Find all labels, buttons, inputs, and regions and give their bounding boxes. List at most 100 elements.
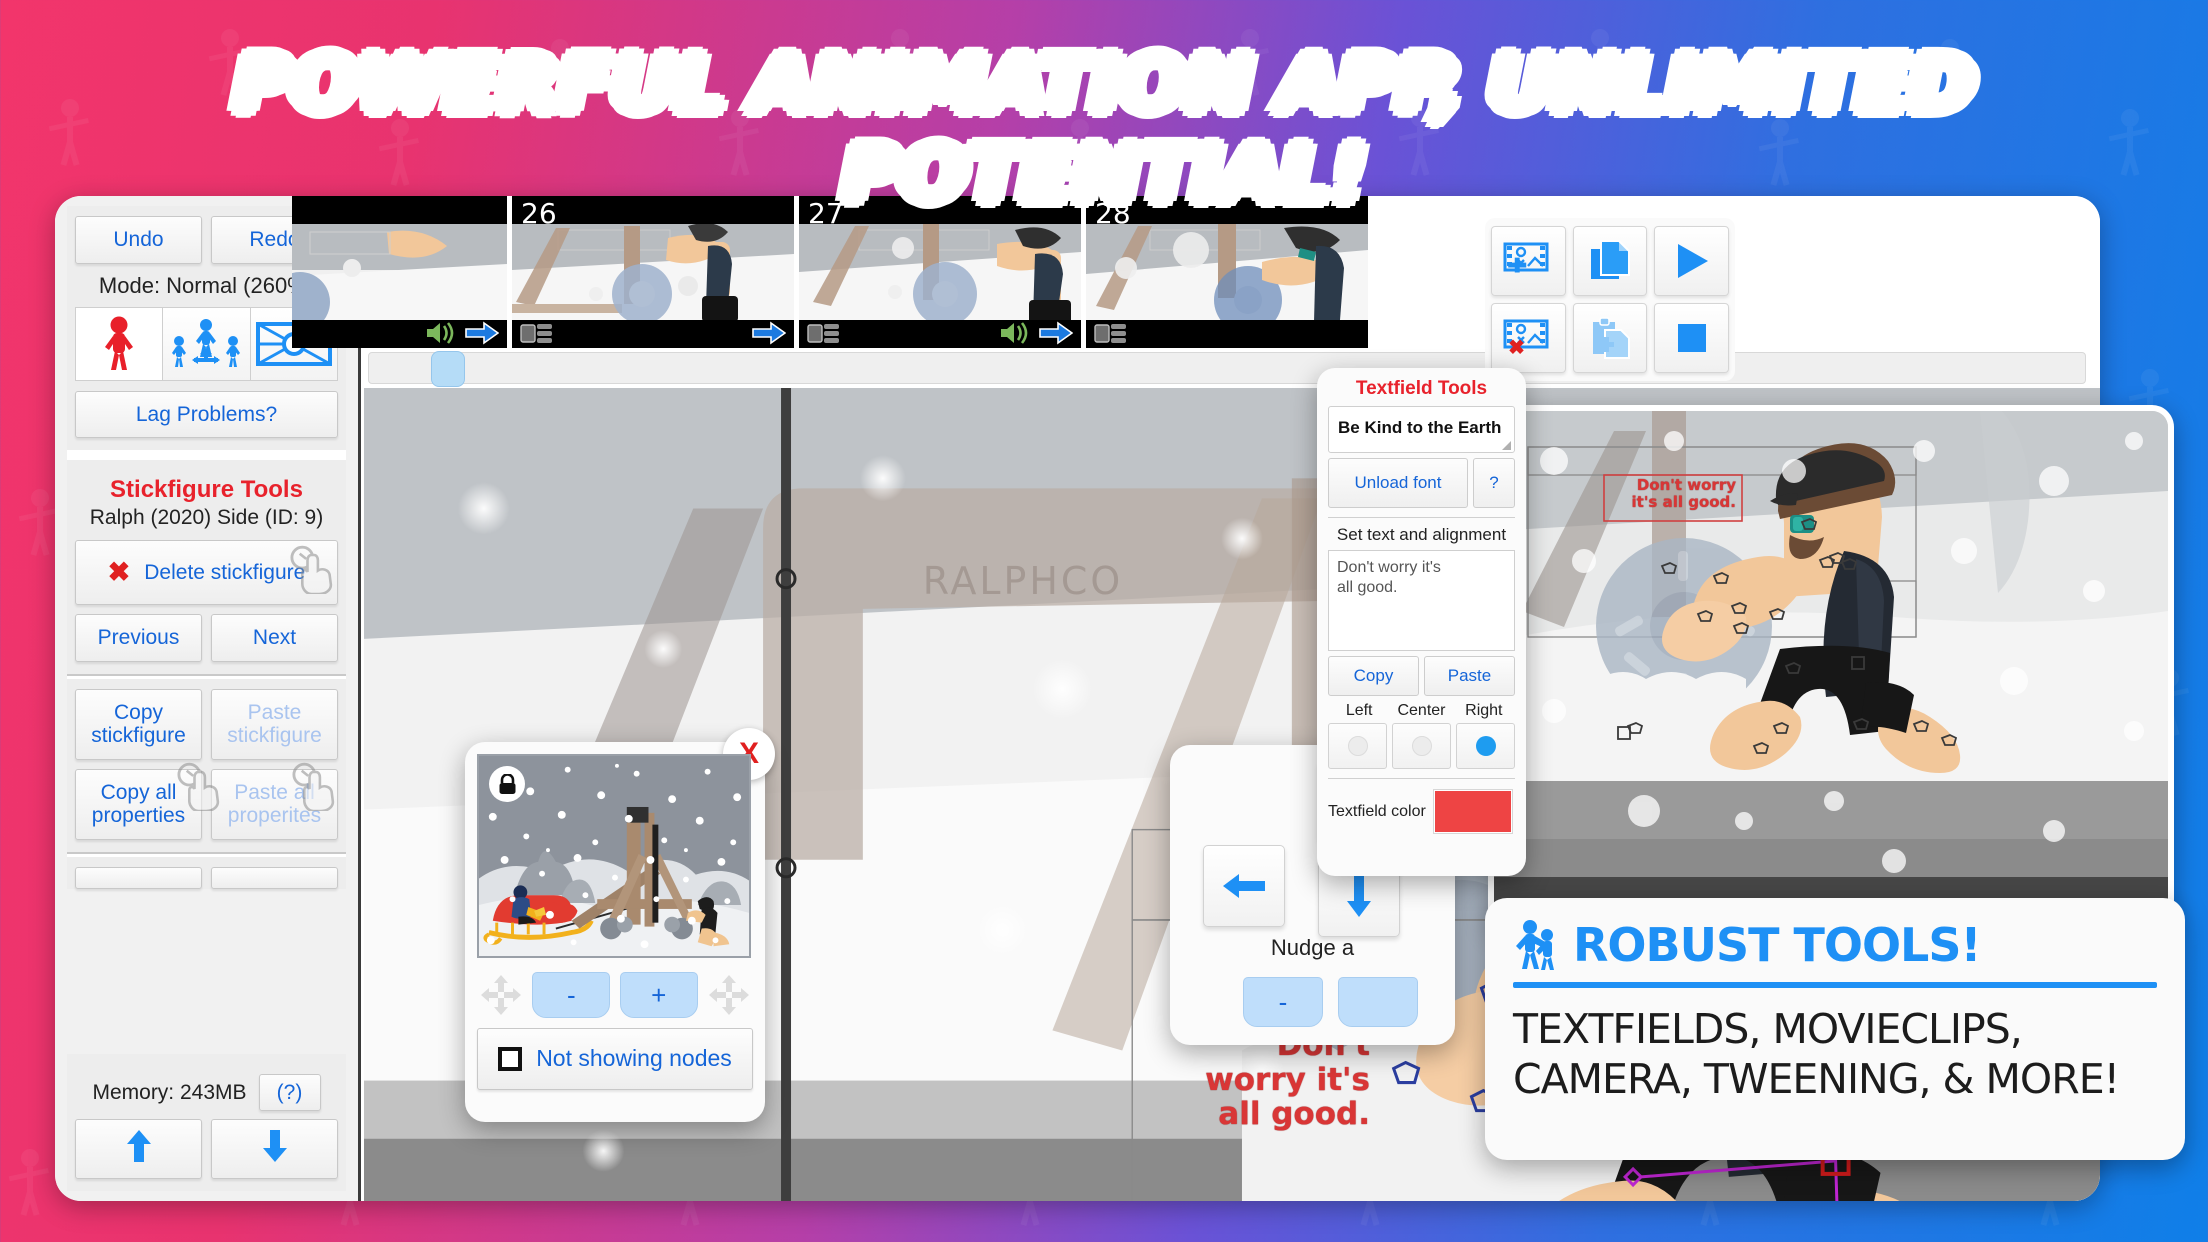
textfield-color-label: Textfield color <box>1328 802 1426 820</box>
frame-image <box>512 224 794 320</box>
undo-button[interactable]: Undo <box>75 216 202 264</box>
sound-icon <box>427 322 454 344</box>
multi-stickfigure-move-icon <box>172 318 241 367</box>
textfield-color-swatch[interactable] <box>1433 790 1512 833</box>
paste-stickfigure-button[interactable]: Paste stickfigure <box>211 688 338 760</box>
stickfigure-red-icon <box>105 316 134 370</box>
scene-preview-thumbnail[interactable] <box>477 754 751 958</box>
copy-stickfigure-button[interactable]: Copy stickfigure <box>75 688 202 760</box>
memory-group: Memory: 243MB (?) <box>67 1053 346 1191</box>
previous-button[interactable]: Previous <box>75 614 202 662</box>
textfield-divider-2 <box>1328 778 1515 779</box>
lock-badge[interactable] <box>489 766 525 802</box>
frame-icons <box>520 320 786 346</box>
timeline-scrollbar[interactable] <box>368 351 2086 387</box>
stop-square-icon <box>1677 324 1706 352</box>
textfield-color-row: Textfield color <box>1328 790 1515 833</box>
play-button[interactable] <box>1654 226 1729 296</box>
robust-tools-callout: ROBUST TOOLS! TEXTFIELDS, MOVIECLIPS, CA… <box>1485 898 2185 1160</box>
toggle-nodes-button[interactable]: Not showing nodes <box>477 1028 753 1090</box>
nudge-decrease-button[interactable]: - <box>1243 977 1323 1027</box>
move-arrows-icon[interactable] <box>479 973 523 1017</box>
scene-preview-panel: X <box>465 728 775 1122</box>
next-button[interactable]: Next <box>211 614 338 662</box>
zoom-in-button[interactable]: + <box>619 972 698 1018</box>
blue-arrow-right-icon <box>752 321 786 345</box>
delete-stickfigure-label: Delete stickfigure <box>144 560 306 584</box>
memory-label: Memory: 243MB <box>92 1080 247 1104</box>
lock-closed-icon <box>499 773 515 794</box>
paste-plus-icon <box>1592 317 1630 359</box>
arrow-up-icon <box>126 1130 151 1163</box>
align-right-radio[interactable] <box>1456 723 1515 769</box>
text-content-textarea[interactable]: Don't worry it's all good. <box>1328 550 1515 651</box>
frame-image <box>799 224 1081 320</box>
alignment-labels: Left Center Right <box>1328 702 1515 720</box>
nudge-left-button[interactable] <box>1203 845 1285 927</box>
play-triangle-icon <box>1677 244 1708 278</box>
copy-frame-button[interactable] <box>1572 226 1648 296</box>
lag-problems-button[interactable]: Lag Problems? <box>75 390 338 439</box>
sidebar-divider-1 <box>67 450 346 461</box>
partial-button-group <box>67 856 346 889</box>
banner-headline: POWERFUL ANIMATION APP, UNLIMITED POTENT… <box>0 39 2208 221</box>
move-down-button[interactable] <box>211 1119 338 1179</box>
align-right-label: Right <box>1465 702 1503 719</box>
figure-preview-panel: Don't worry it's all good. <box>1488 405 2174 930</box>
stop-button[interactable] <box>1654 303 1729 373</box>
paste-all-properties-button[interactable]: Paste all properites <box>211 768 338 840</box>
copy-all-properties-button[interactable]: Copy all properties <box>75 768 202 840</box>
resize-grip-icon[interactable] <box>1502 441 1511 450</box>
timeline-scroll-thumb[interactable] <box>431 351 465 387</box>
align-left-label: Left <box>1345 702 1373 719</box>
nudge-increase-button[interactable] <box>1338 977 1418 1027</box>
copy-text-button[interactable]: Copy <box>1328 656 1419 696</box>
stickfigure-tools-title: Stickfigure Tools <box>110 476 303 504</box>
move-up-button[interactable] <box>75 1119 202 1179</box>
stickfigure-blue-icon <box>1516 920 1554 970</box>
figure-preview-textfield-text: Don't worry it's all good. <box>1631 476 1736 511</box>
font-name-field[interactable]: Be Kind to the Earth <box>1328 406 1515 453</box>
frame-icons <box>1094 320 1360 346</box>
figure-preview-canvas[interactable]: Don't worry it's all good. <box>1494 411 2168 924</box>
unload-font-button[interactable]: Unload font <box>1328 458 1468 508</box>
textfield-tools-title: Textfield Tools <box>1355 378 1488 399</box>
delete-frame-button[interactable] <box>1491 303 1566 373</box>
arrow-down-icon <box>262 1130 287 1163</box>
paste-text-button[interactable]: Paste <box>1424 656 1515 696</box>
memory-help-button[interactable]: (?) <box>258 1073 321 1112</box>
banner: POWERFUL ANIMATION APP, UNLIMITED POTENT… <box>0 39 2208 221</box>
sound-icon <box>1001 322 1028 344</box>
single-figure-mode-button[interactable] <box>75 306 164 381</box>
preview-zoom-row: - + <box>479 972 751 1018</box>
blue-arrow-right-icon <box>465 321 499 345</box>
textfield-divider-1 <box>1328 517 1515 518</box>
font-help-button[interactable]: ? <box>1473 458 1515 508</box>
align-center-radio[interactable] <box>1392 723 1451 769</box>
paste-frame-button[interactable] <box>1572 303 1648 373</box>
toggle-nodes-label: Not showing nodes <box>536 1045 732 1071</box>
zoom-out-button[interactable]: - <box>532 972 611 1018</box>
red-x-icon: ✖ <box>107 557 131 588</box>
alignment-radios <box>1328 723 1515 769</box>
stickfigure-tools-group: Stickfigure Tools Ralph (2020) Side (ID:… <box>67 460 346 674</box>
radio-off-icon <box>1411 736 1432 756</box>
hidden-button-left[interactable] <box>75 866 202 889</box>
hidden-button-right[interactable] <box>211 866 338 889</box>
film-plus-icon <box>1503 242 1549 273</box>
textfield-tools-panel: Textfield Tools Be Kind to the Earth Unl… <box>1317 368 1526 876</box>
frame-image <box>1086 224 1368 320</box>
svg-text:RALPHCO: RALPHCO <box>923 559 1123 603</box>
robust-tools-title: ROBUST TOOLS! <box>1573 918 1981 972</box>
move-arrows-icon[interactable] <box>707 973 751 1017</box>
align-left-radio[interactable] <box>1328 723 1387 769</box>
robust-tools-body: TEXTFIELDS, MOVIECLIPS, CAMERA, TWEENING… <box>1513 1004 2157 1104</box>
delete-stickfigure-button[interactable]: ✖ Delete stickfigure <box>75 540 338 606</box>
robust-tools-header: ROBUST TOOLS! <box>1513 918 2157 972</box>
layers-icon <box>1094 324 1126 343</box>
multi-figure-move-mode-button[interactable] <box>163 306 251 381</box>
stickfigure-tools-subtitle: Ralph (2020) Side (ID: 9) <box>89 506 324 530</box>
add-frame-button[interactable] <box>1491 226 1566 296</box>
align-center-label: Center <box>1397 702 1446 719</box>
set-text-alignment-label: Set text and alignment <box>1336 525 1507 544</box>
